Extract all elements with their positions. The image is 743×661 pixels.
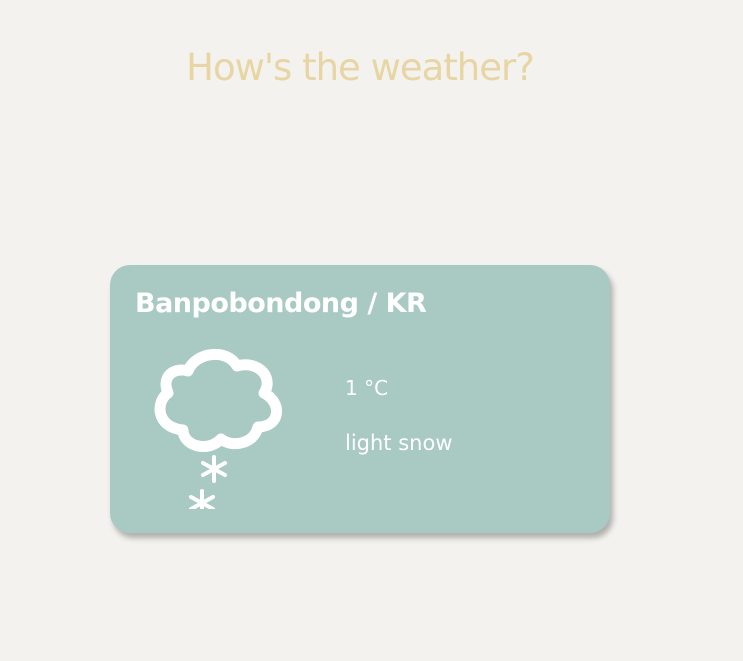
weather-description: light snow bbox=[345, 431, 453, 455]
cloud-snow-icon bbox=[140, 343, 300, 509]
page-title: How's the weather? bbox=[186, 46, 535, 89]
location-name: Banpobondong / KR bbox=[135, 288, 427, 319]
temperature-value: 1 °C bbox=[345, 376, 389, 400]
weather-card: Banpobondong / KR 1 °C light snow bbox=[110, 265, 610, 533]
